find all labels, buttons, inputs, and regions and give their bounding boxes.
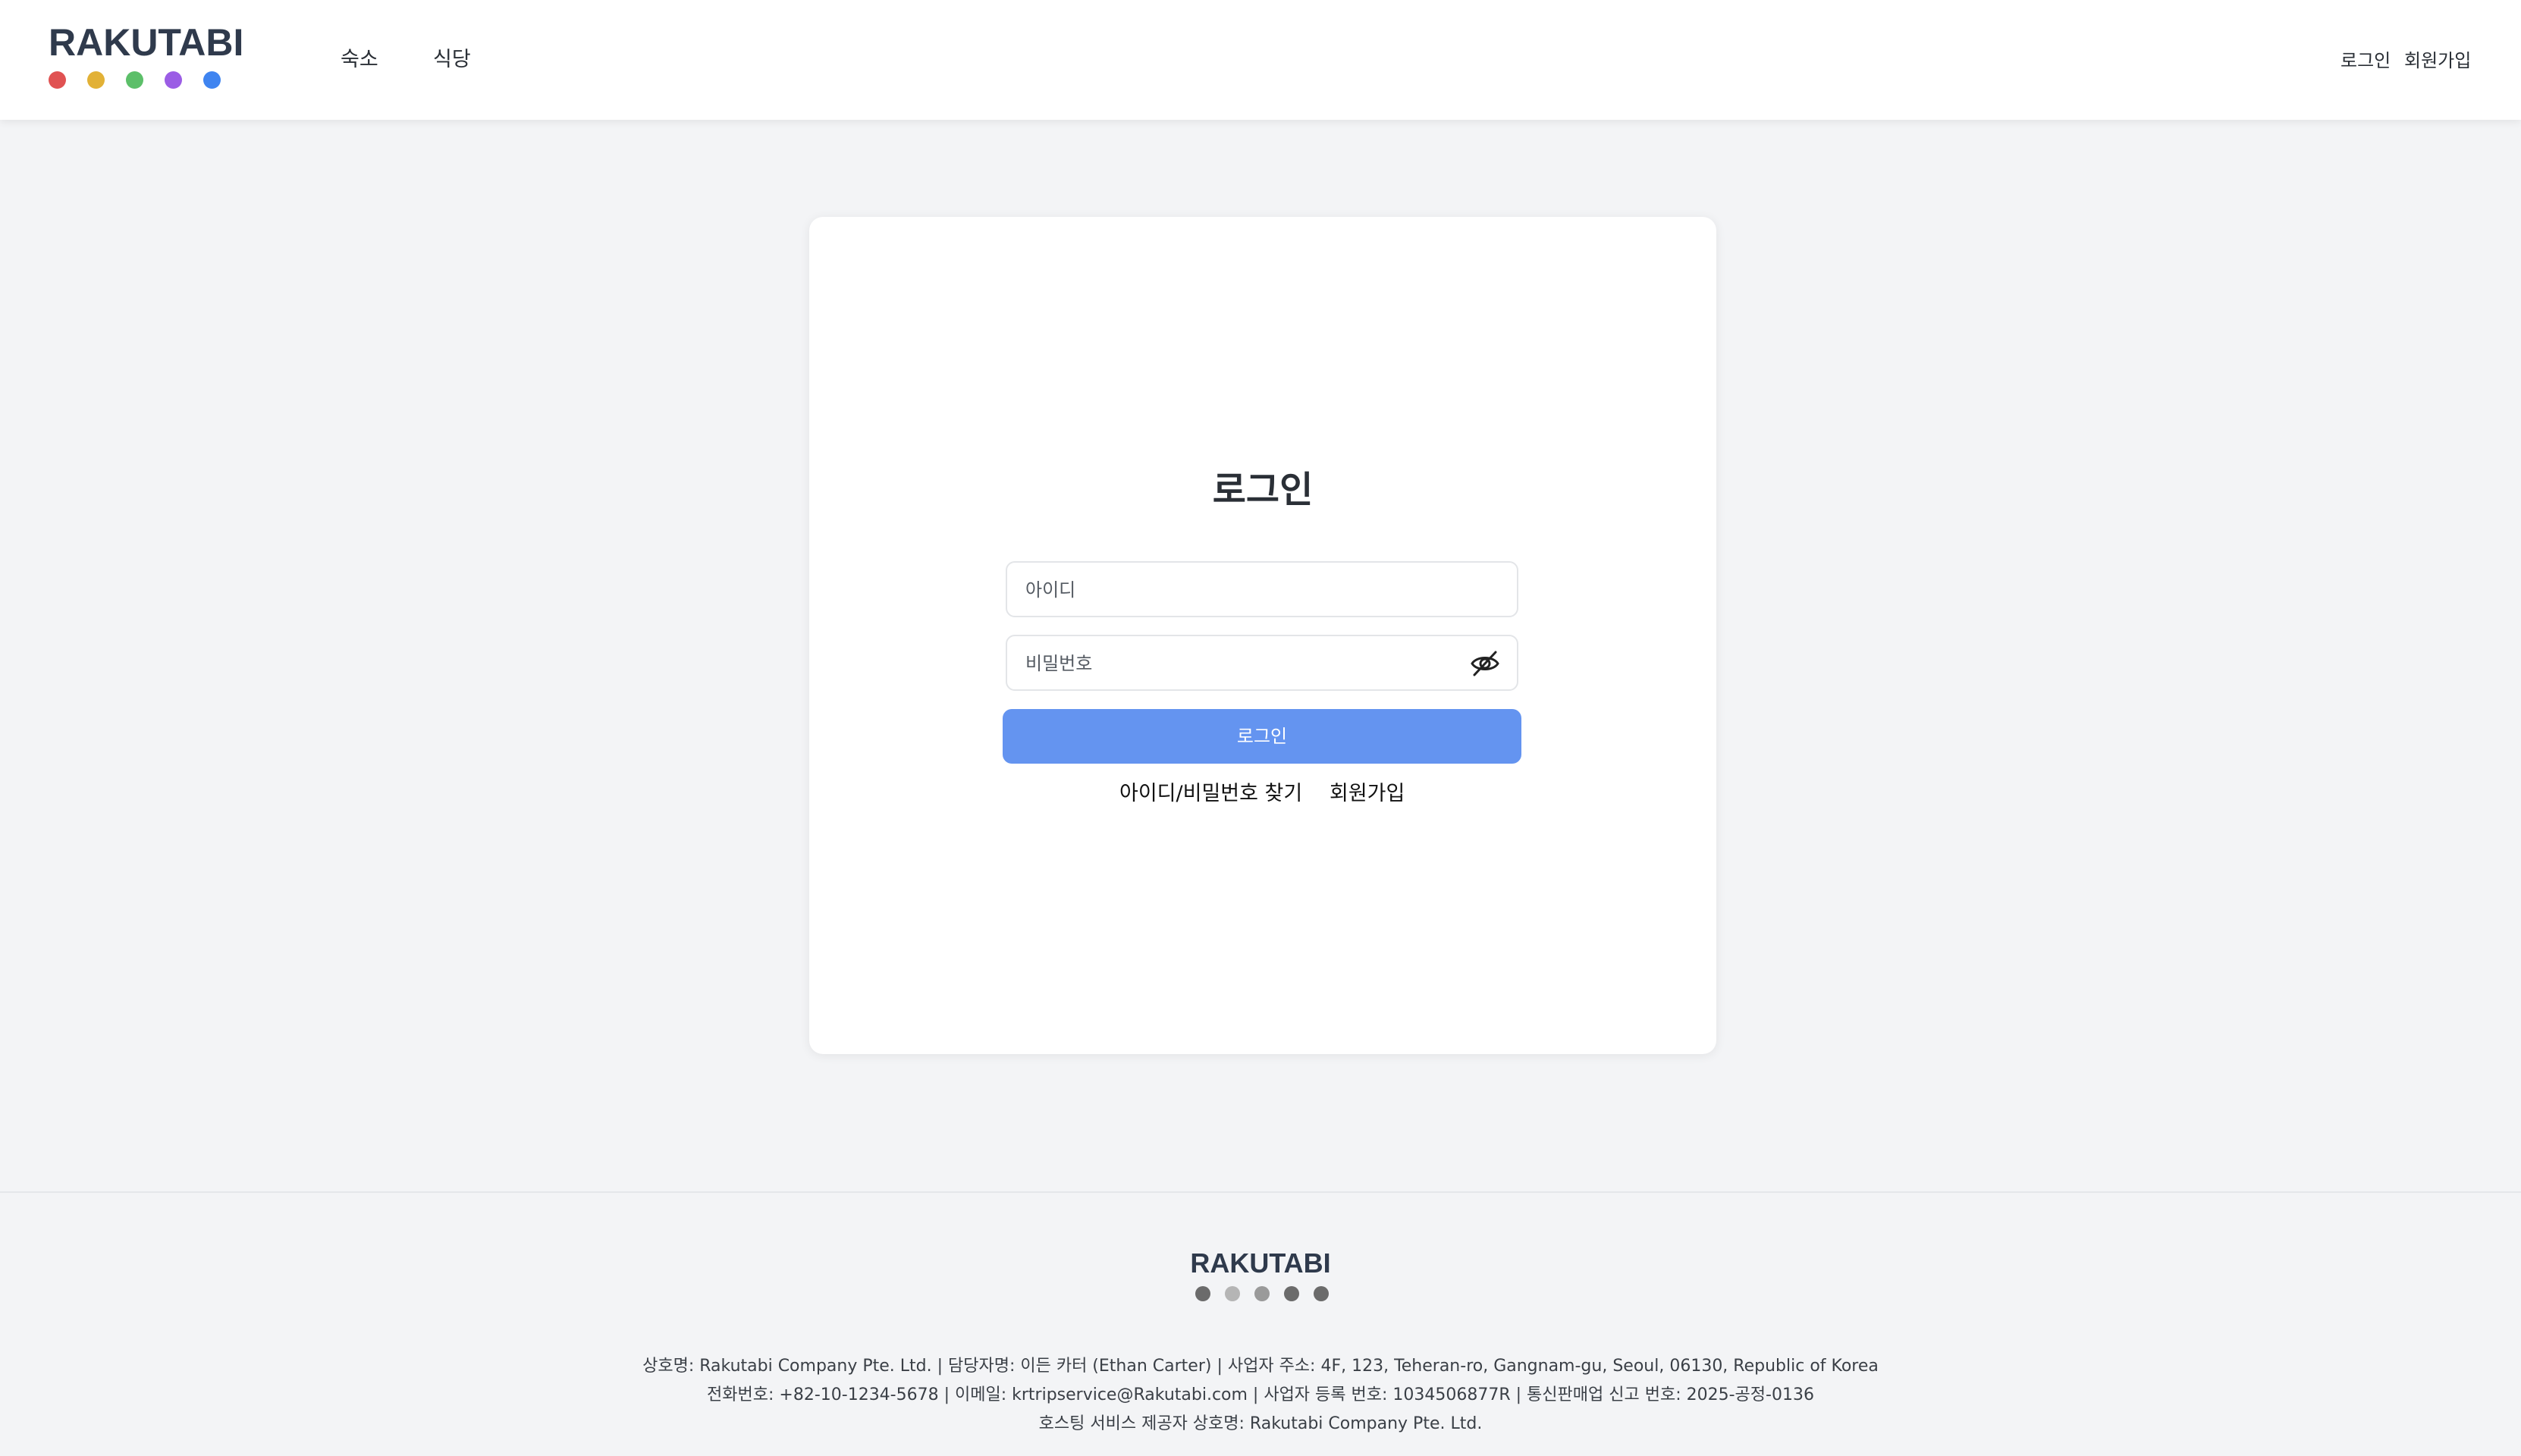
footer-company-info: 상호명: Rakutabi Company Pte. Ltd. | 담당자명: … bbox=[642, 1357, 1879, 1376]
id-input[interactable] bbox=[1024, 563, 1452, 617]
eye-slash-icon[interactable] bbox=[1470, 650, 1500, 677]
logo-dot bbox=[49, 71, 66, 89]
top-header: RAKUTABI 숙소 식당 로그인 회원가입 bbox=[0, 0, 2521, 120]
signup-link[interactable]: 회원가입 bbox=[1330, 777, 1405, 806]
logo-text: RAKUTABI bbox=[49, 21, 244, 64]
footer-logo-dot bbox=[1314, 1286, 1329, 1301]
password-field[interactable] bbox=[1006, 635, 1518, 691]
footer-logo-dot bbox=[1195, 1286, 1210, 1301]
footer-contact-info: 전화번호: +82-10-1234-5678 | 이메일: krtripserv… bbox=[707, 1385, 1814, 1404]
footer-logo-dot bbox=[1284, 1286, 1299, 1301]
logo-dot bbox=[203, 71, 221, 89]
header-signup-link[interactable]: 회원가입 bbox=[2404, 46, 2471, 72]
header-login-link[interactable]: 로그인 bbox=[2340, 46, 2391, 72]
footer-logo-dot bbox=[1254, 1286, 1270, 1301]
logo-dot bbox=[165, 71, 182, 89]
id-field[interactable] bbox=[1006, 561, 1518, 617]
login-submit-button[interactable]: 로그인 bbox=[1003, 709, 1521, 764]
footer-logo-dots bbox=[1195, 1286, 1332, 1303]
logo-dot bbox=[87, 71, 105, 89]
footer-logo-dot bbox=[1225, 1286, 1240, 1301]
login-card: 로그인 로그인 아이디/비밀번호 찾기 회원가입 bbox=[809, 217, 1716, 1054]
footer-hosting-info: 호스팅 서비스 제공자 상호명: Rakutabi Company Pte. L… bbox=[1038, 1414, 1483, 1433]
nav-accommodation[interactable]: 숙소 bbox=[341, 42, 378, 72]
password-input[interactable] bbox=[1024, 636, 1452, 691]
logo-dot bbox=[126, 71, 143, 89]
site-footer: RAKUTABI 상호명: Rakutabi Company Pte. Ltd.… bbox=[0, 1191, 2521, 1456]
login-title: 로그인 bbox=[1212, 469, 1314, 511]
logo-dots bbox=[49, 70, 231, 93]
site-logo[interactable]: RAKUTABI bbox=[49, 20, 243, 93]
nav-restaurant[interactable]: 식당 bbox=[433, 42, 471, 72]
find-account-link[interactable]: 아이디/비밀번호 찾기 bbox=[1119, 777, 1302, 806]
footer-logo-text: RAKUTABI bbox=[1190, 1247, 1331, 1279]
